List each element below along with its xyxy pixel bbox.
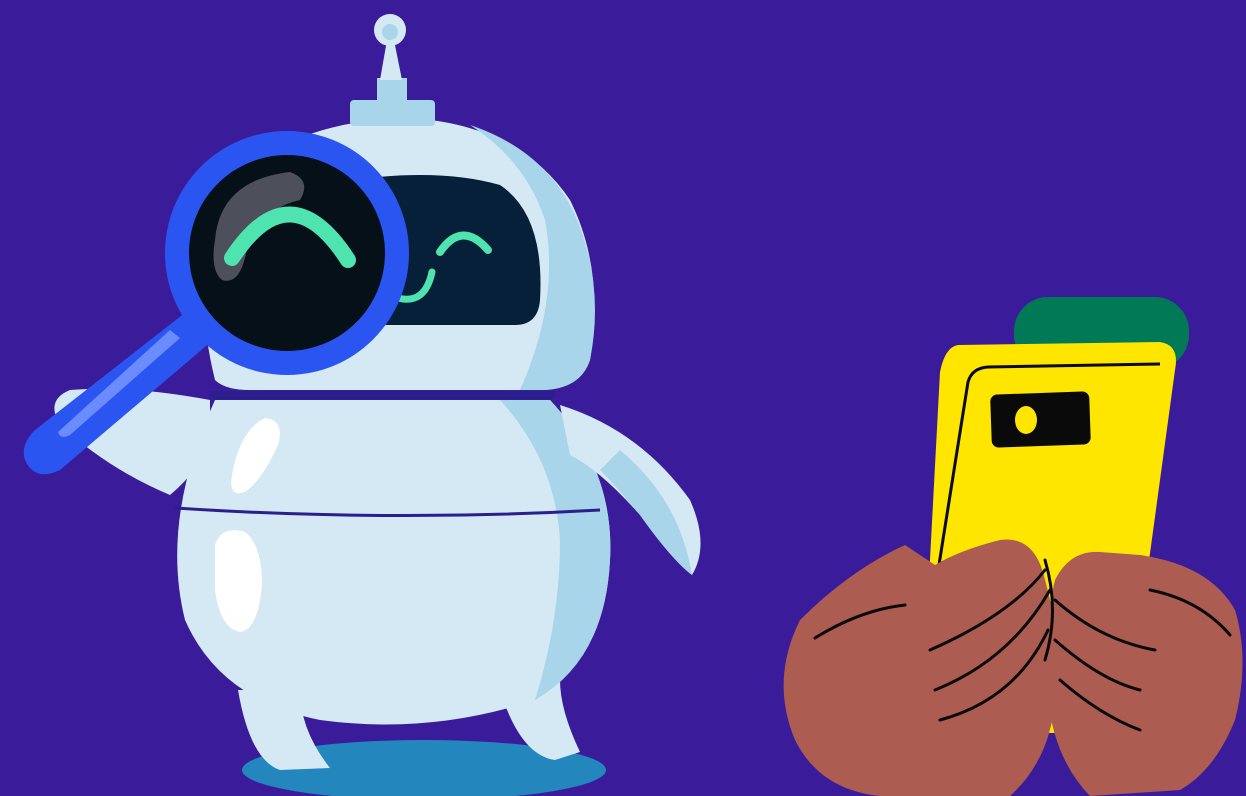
robot-antenna-ball-shine	[382, 24, 398, 40]
right-hand	[1046, 551, 1243, 796]
phone-camera-lens	[1015, 406, 1037, 434]
robot-antenna-collar	[377, 78, 407, 104]
illustration-scene	[0, 0, 1246, 796]
phone-camera	[990, 391, 1091, 448]
